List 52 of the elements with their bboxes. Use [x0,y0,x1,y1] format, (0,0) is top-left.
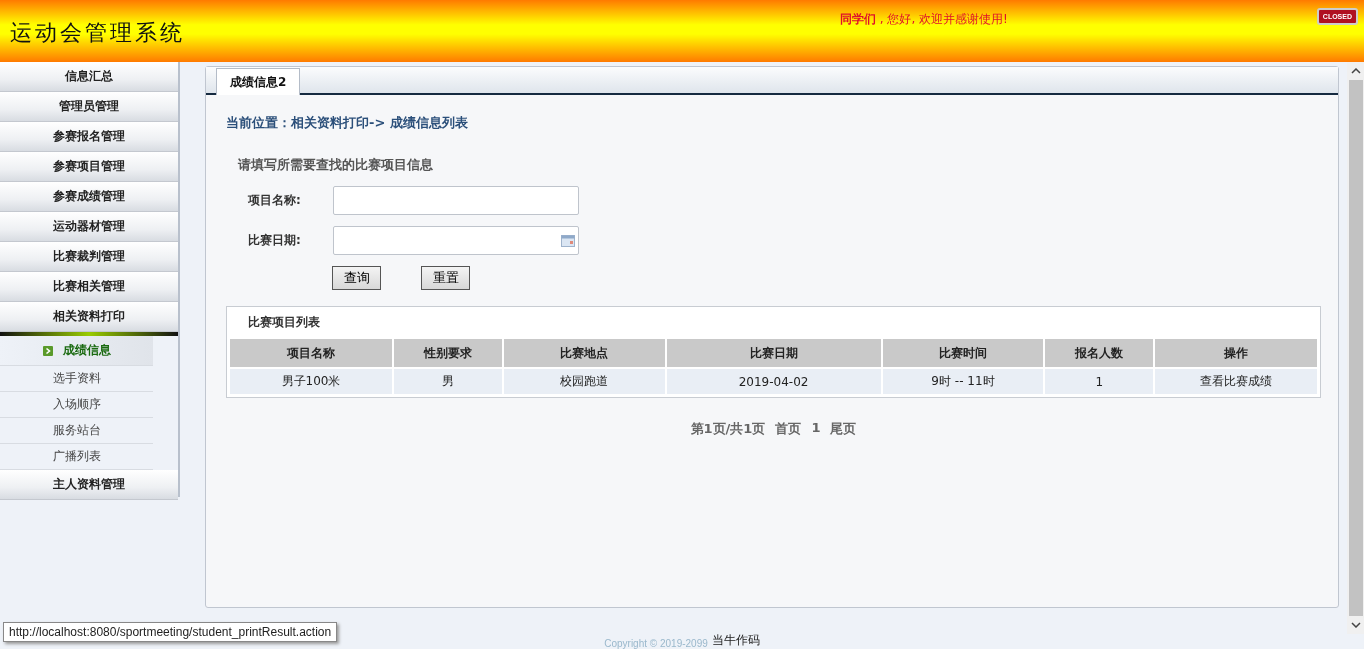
search-button[interactable]: 查询 [332,266,381,290]
menu-item[interactable]: 运动器材管理 [0,212,178,242]
submenu-item[interactable]: 服务站台 [0,418,153,444]
table-cell: 1 [1045,369,1154,394]
column-header: 性别要求 [393,339,502,367]
menu-item[interactable]: 参赛成绩管理 [0,182,178,212]
search-heading: 请填写所需要查找的比赛项目信息 [238,156,434,174]
menu-item[interactable]: 参赛报名管理 [0,122,178,152]
table-cell: 男 [393,369,502,394]
menu-item[interactable]: 参赛项目管理 [0,152,178,182]
table-cell: 校园跑道 [503,369,665,394]
table-cell: 男子100米 [230,369,392,394]
submenu-item[interactable]: 成绩信息 [0,336,153,366]
arrow-icon [42,345,53,356]
column-header: 项目名称 [230,339,392,367]
calendar-icon [561,234,575,247]
tab[interactable]: 成绩信息2 [216,68,301,95]
reset-button[interactable]: 重置 [421,266,470,290]
column-header: 比赛时间 [882,339,1044,367]
column-header: 比赛地点 [503,339,665,367]
table-cell: 2019-04-02 [666,369,881,394]
welcome-message: 同学们 , 您好, 欢迎并感谢使用! [840,11,1008,28]
scrollbar[interactable] [1347,62,1364,634]
author-text: 当牛作码 [711,632,760,649]
scroll-up-icon[interactable] [1350,68,1361,74]
menu-item[interactable]: 比赛裁判管理 [0,242,178,272]
page-number-link[interactable]: 1 [811,420,821,438]
field-label: 项目名称: [247,192,302,209]
menu-item[interactable]: 管理员管理 [0,92,178,122]
breadcrumb: 当前位置：相关资料打印-> 成绩信息列表 [226,114,469,132]
view-results-link[interactable]: 查看比赛成绩 [1155,369,1317,394]
status-url-tooltip: http://localhost:8080/sportmeeting/student_printResult.action [3,622,338,642]
page-summary: 第1页/共1页 [690,420,766,438]
system-title: 运动会管理系统 [10,19,186,47]
menu-item[interactable]: 比赛相关管理 [0,272,178,302]
submenu-item[interactable]: 入场顺序 [0,392,153,418]
last-page-link[interactable]: 尾页 [830,420,857,438]
table-cell: 9时 -- 11时 [882,369,1044,394]
first-page-link[interactable]: 首页 [775,420,802,438]
copyright-text: Copyright © 2019-2099 [604,638,708,649]
input-field[interactable] [333,186,579,215]
date-field[interactable] [333,226,579,255]
table-title: 比赛项目列表 [247,314,321,331]
column-header: 比赛日期 [666,339,881,367]
column-header: 报名人数 [1045,339,1154,367]
menu-item[interactable]: 相关资料打印 [0,302,178,332]
submenu-item[interactable]: 选手资料 [0,366,153,392]
column-header: 操作 [1155,339,1317,367]
scroll-down-icon[interactable] [1350,622,1361,628]
field-label: 比赛日期: [247,232,302,249]
menu-item[interactable]: 信息汇总 [0,62,178,92]
menu-item[interactable]: 主人资料管理 [0,470,178,500]
